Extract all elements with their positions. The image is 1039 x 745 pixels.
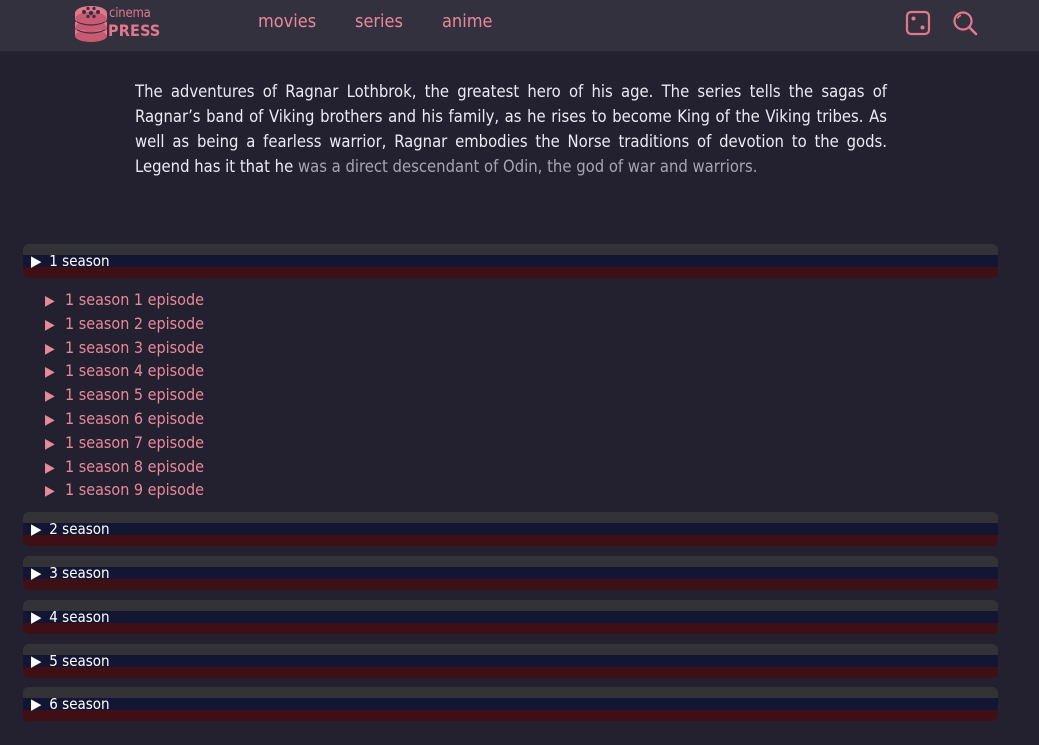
series-description: The adventures of Ragnar Lothbrok, the g… xyxy=(135,79,887,179)
episode-link[interactable]: ▶ 1 season 2 episode xyxy=(45,314,204,335)
triangle-icon: ▶ xyxy=(31,520,42,538)
triangle-icon: ▶ xyxy=(45,388,55,404)
season-toggle[interactable]: ▶ 6 season xyxy=(23,687,998,721)
season-bar-stripe xyxy=(23,623,998,634)
triangle-icon: ▶ xyxy=(31,608,42,626)
episode-link[interactable]: ▶ 1 season 6 episode xyxy=(45,409,204,430)
triangle-icon: ▶ xyxy=(45,483,55,499)
triangle-icon: ▶ xyxy=(45,436,55,452)
top-navigation-bar: cinema PRESS movies series anime xyxy=(0,0,1039,51)
season-bar-stripe xyxy=(23,512,998,523)
triangle-icon: ▶ xyxy=(31,695,42,713)
episode-link[interactable]: ▶ 1 season 4 episode xyxy=(45,361,204,382)
episode-title: 1 season 8 episode xyxy=(65,457,204,476)
season-bar-stripe xyxy=(23,244,998,255)
logo-text-press: PRESS xyxy=(108,21,161,40)
season-bar-stripe xyxy=(23,667,998,678)
episode-title: 1 season 3 episode xyxy=(65,338,204,357)
season-title: 4 season xyxy=(49,608,110,626)
episode-title: 1 season 6 episode xyxy=(65,409,204,428)
season-toggle[interactable]: ▶ 3 season xyxy=(23,556,998,590)
season-bar-stripe xyxy=(23,600,998,611)
season-bar-stripe xyxy=(23,644,998,655)
season-bar-stripe xyxy=(23,523,998,535)
description-fade-text: was a direct descendant of Odin, the god… xyxy=(297,157,758,176)
season-label: ▶ 6 season xyxy=(31,695,110,713)
season-bar-stripe xyxy=(23,267,998,278)
season-bar-stripe xyxy=(23,687,998,698)
triangle-icon: ▶ xyxy=(45,317,55,333)
season-bar-stripe xyxy=(23,710,998,721)
season-toggle[interactable]: ▶ 4 season xyxy=(23,600,998,634)
nav-series[interactable]: series xyxy=(355,11,403,32)
episode-link[interactable]: ▶ 1 season 3 episode xyxy=(45,338,204,359)
season-bar-stripe xyxy=(23,579,998,590)
triangle-icon: ▶ xyxy=(45,293,55,309)
triangle-icon: ▶ xyxy=(45,460,55,476)
triangle-icon: ▶ xyxy=(31,652,42,670)
logo-text-cinema: cinema xyxy=(109,6,151,21)
episode-link[interactable]: ▶ 1 season 8 episode xyxy=(45,457,204,478)
nav-anime[interactable]: anime xyxy=(442,11,492,32)
triangle-icon: ▶ xyxy=(31,564,42,582)
episode-title: 1 season 9 episode xyxy=(65,480,204,499)
season-title: 5 season xyxy=(49,652,110,670)
season-title: 3 season xyxy=(49,564,110,582)
search-icon[interactable] xyxy=(951,9,979,37)
episode-link[interactable]: ▶ 1 season 5 episode xyxy=(45,385,204,406)
episode-title: 1 season 4 episode xyxy=(65,361,204,380)
season-title: 1 season xyxy=(49,252,110,270)
triangle-icon: ▶ xyxy=(45,341,55,357)
episode-title: 1 season 2 episode xyxy=(65,314,204,333)
triangle-icon: ▶ xyxy=(31,252,42,270)
season-label: ▶ 1 season xyxy=(31,252,110,270)
season-toggle[interactable]: ▶ 1 season xyxy=(23,244,998,278)
season-bar-stripe xyxy=(23,655,998,667)
season-title: 2 season xyxy=(49,520,110,538)
season-toggle[interactable]: ▶ 5 season xyxy=(23,644,998,678)
episode-title: 1 season 5 episode xyxy=(65,385,204,404)
episode-link[interactable]: ▶ 1 season 9 episode xyxy=(45,480,204,501)
season-label: ▶ 4 season xyxy=(31,608,110,626)
episode-title: 1 season 1 episode xyxy=(65,290,204,309)
season-bar-stripe xyxy=(23,611,998,623)
dice-icon[interactable] xyxy=(904,9,932,37)
season-bar-stripe xyxy=(23,567,998,579)
season-bar-stripe xyxy=(23,698,998,710)
season-label: ▶ 3 season xyxy=(31,564,110,582)
season-title: 6 season xyxy=(49,695,110,713)
season-bar-stripe xyxy=(23,535,998,546)
episode-link[interactable]: ▶ 1 season 7 episode xyxy=(45,433,204,454)
nav-movies[interactable]: movies xyxy=(258,11,316,32)
triangle-icon: ▶ xyxy=(45,364,55,380)
season-label: ▶ 5 season xyxy=(31,652,110,670)
season-bar-stripe xyxy=(23,255,998,267)
season-toggle[interactable]: ▶ 2 season xyxy=(23,512,998,546)
episode-link[interactable]: ▶ 1 season 1 episode xyxy=(45,290,204,311)
season-bar-stripe xyxy=(23,556,998,567)
triangle-icon: ▶ xyxy=(45,412,55,428)
season-label: ▶ 2 season xyxy=(31,520,110,538)
episode-title: 1 season 7 episode xyxy=(65,433,204,452)
